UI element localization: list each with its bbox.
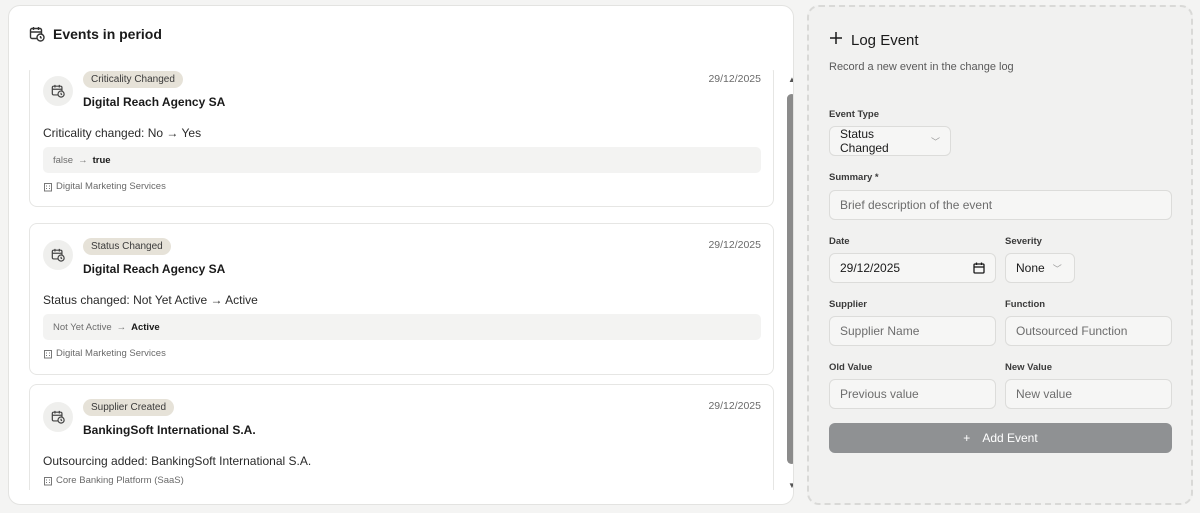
event-type-label: Event Type	[829, 109, 879, 120]
event-summary: Status changed: Not Yet Active → Active	[43, 293, 258, 307]
calendar-icon[interactable]	[973, 262, 985, 274]
old-value-input[interactable]	[829, 379, 996, 409]
scroll-down-arrow-icon[interactable]: ▼	[787, 480, 793, 490]
summary-input[interactable]	[829, 190, 1172, 220]
log-event-header: Log Event	[829, 31, 919, 50]
event-function: Core Banking Platform (SaaS)	[43, 475, 184, 486]
event-summary: Criticality changed: No → Yes	[43, 126, 202, 140]
event-type-select[interactable]: Status Changed ﹀	[829, 126, 951, 156]
event-avatar	[43, 402, 73, 432]
event-date: 29/12/2025	[708, 239, 761, 251]
date-value: 29/12/2025	[840, 261, 901, 275]
function-input[interactable]	[1005, 316, 1172, 346]
old-value-label: Old Value	[829, 362, 873, 373]
event-date: 29/12/2025	[708, 73, 761, 85]
event-type-badge: Supplier Created	[83, 399, 175, 416]
calendar-clock-icon	[51, 84, 65, 98]
date-label: Date	[829, 236, 850, 247]
events-list[interactable]: Criticality Changed Digital Reach Agency…	[9, 70, 793, 490]
events-panel-header: Events in period	[29, 26, 162, 42]
event-type-badge: Criticality Changed	[83, 71, 183, 88]
event-card[interactable]: Supplier Created BankingSoft Internation…	[29, 384, 774, 490]
events-panel: Events in period Criticality Changed Dig…	[8, 5, 794, 505]
event-value-diff: Not Yet Active → Active	[43, 314, 761, 340]
event-date: 29/12/2025	[708, 400, 761, 412]
event-card[interactable]: Criticality Changed Digital Reach Agency…	[29, 70, 774, 207]
severity-select[interactable]: None ﹀	[1005, 253, 1075, 283]
scrollbar-thumb[interactable]	[787, 94, 793, 464]
add-event-button-label: Add Event	[982, 431, 1038, 445]
supplier-input[interactable]	[829, 316, 996, 346]
new-value-input[interactable]	[1005, 379, 1172, 409]
chevron-down-icon: ﹀	[930, 136, 940, 147]
event-supplier: Digital Reach Agency SA	[83, 262, 226, 276]
event-supplier: BankingSoft International S.A.	[83, 423, 256, 437]
log-event-title: Log Event	[851, 32, 919, 49]
log-event-panel: Log Event Record a new event in the chan…	[807, 5, 1193, 505]
event-summary: Outsourcing added: BankingSoft Internati…	[43, 454, 312, 468]
building-icon	[44, 476, 52, 485]
function-label: Function	[1005, 299, 1046, 310]
log-event-subtitle: Record a new event in the change log	[829, 61, 1014, 73]
event-function-label: Digital Marketing Services	[56, 181, 166, 192]
calendar-clock-icon	[29, 26, 45, 42]
event-type-badge: Status Changed	[83, 238, 171, 255]
events-panel-title: Events in period	[53, 26, 162, 42]
event-avatar	[43, 240, 73, 270]
supplier-label: Supplier	[829, 299, 868, 310]
add-event-button[interactable]: + Add Event	[829, 423, 1172, 453]
severity-value: None	[1016, 261, 1045, 275]
event-value-diff: false → true	[43, 147, 761, 173]
calendar-clock-icon	[51, 410, 65, 424]
new-value: true	[92, 154, 111, 166]
scroll-up-arrow-icon[interactable]: ▲	[787, 74, 793, 84]
event-card[interactable]: Status Changed Digital Reach Agency SA 2…	[29, 223, 774, 375]
event-supplier: Digital Reach Agency SA	[83, 95, 226, 109]
summary-label: Summary *	[829, 172, 879, 183]
arrow-right-icon: →	[78, 154, 88, 166]
event-function: Digital Marketing Services	[43, 181, 166, 192]
chevron-down-icon: ﹀	[1052, 263, 1062, 274]
building-icon	[44, 349, 52, 358]
calendar-clock-icon	[51, 248, 65, 262]
event-avatar	[43, 76, 73, 106]
new-value-label: New Value	[1005, 362, 1052, 373]
event-function: Digital Marketing Services	[43, 348, 166, 359]
event-function-label: Core Banking Platform (SaaS)	[56, 475, 184, 486]
new-value: Active	[131, 321, 160, 333]
plus-icon	[829, 31, 843, 50]
building-icon	[44, 182, 52, 191]
event-type-value: Status Changed	[840, 127, 889, 155]
event-function-label: Digital Marketing Services	[56, 348, 166, 359]
date-input[interactable]: 29/12/2025	[829, 253, 996, 283]
arrow-right-icon: →	[116, 321, 127, 333]
events-scrollbar[interactable]: ▲ ▼	[785, 74, 793, 490]
plus-icon: +	[963, 431, 971, 445]
old-value: false	[53, 154, 74, 166]
old-value: Not Yet Active	[53, 321, 112, 333]
severity-label: Severity	[1005, 236, 1042, 247]
